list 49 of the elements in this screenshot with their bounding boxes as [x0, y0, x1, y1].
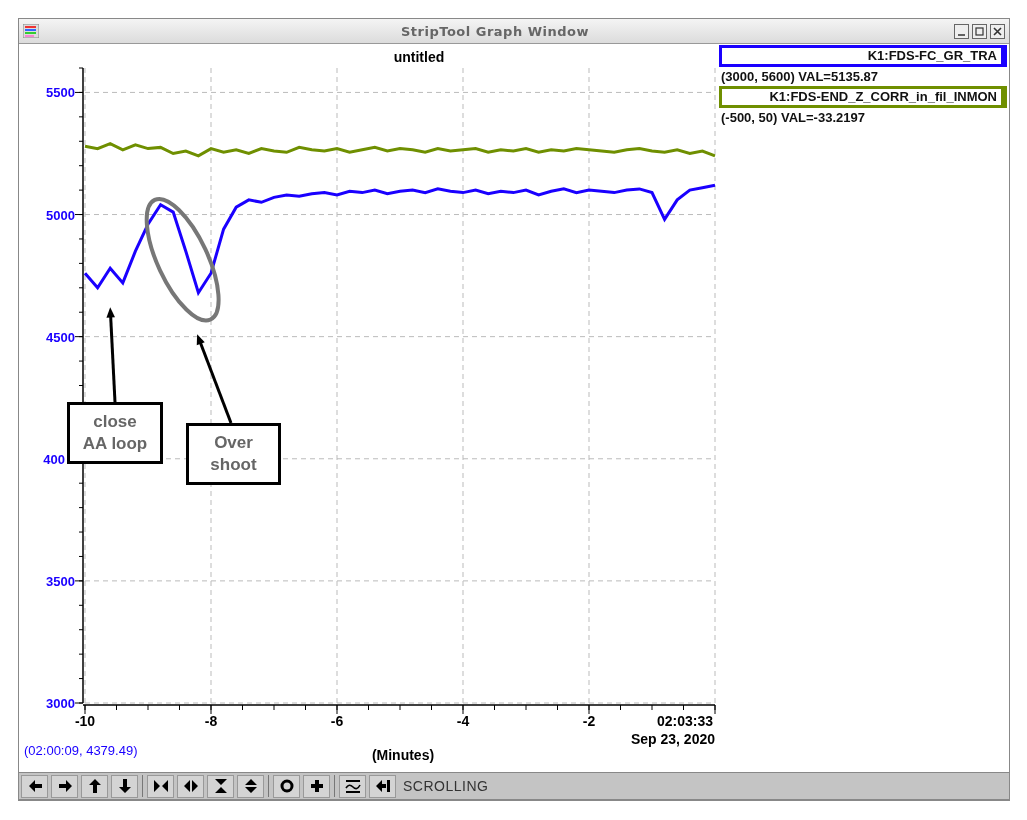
trace-name: K1:FDS-END_Z_CORR_in_fil_INMON: [768, 89, 998, 105]
y-tick-label: 5000: [46, 207, 75, 223]
x-tick-label: -8: [204, 713, 218, 729]
x-axis-title: (Minutes): [371, 747, 435, 763]
arrow-right-icon: [56, 778, 73, 794]
trace-frame[interactable]: K1:FDS-FC_GR_TRA: [719, 45, 1007, 67]
arrow-right-button[interactable]: [51, 774, 78, 798]
plus-button[interactable]: [303, 774, 330, 798]
zoom-out-horizontal-button[interactable]: [177, 774, 204, 798]
annotation-label: Over shoot: [186, 423, 281, 485]
arrow-up-button[interactable]: [81, 774, 108, 798]
y-tick-label: 3000: [46, 696, 75, 711]
zoom-out-vertical-button[interactable]: [237, 774, 264, 798]
zoom-out-horizontal-icon: [182, 778, 199, 794]
graph-icon: [344, 778, 361, 794]
zoom-in-horizontal-button[interactable]: [147, 774, 174, 798]
trace-value: (3000, 5600) VAL=5135.87: [720, 68, 879, 86]
cursor-readout: (02:00:09, 4379.49): [24, 743, 138, 758]
plus-icon: [308, 778, 325, 794]
y-tick-label: 4500: [46, 329, 75, 345]
circle-icon: [278, 778, 295, 794]
y-tick-label: 5500: [46, 85, 75, 101]
close-icon[interactable]: [990, 23, 1005, 39]
app-icon: [23, 24, 39, 38]
arrow-left-button[interactable]: [21, 774, 48, 798]
date-label: Sep 23, 2020: [630, 731, 715, 747]
trace-value: (-500, 50) VAL=-33.2197: [720, 109, 866, 127]
x-tick-label: -10: [74, 713, 96, 729]
window-title: StripTool Graph Window: [400, 23, 590, 39]
arrow-down-button[interactable]: [111, 774, 138, 798]
minimize-icon[interactable]: [954, 23, 969, 39]
arrow-to-bar-icon: [374, 778, 391, 794]
chart-title: untitled: [393, 49, 445, 65]
maximize-icon[interactable]: [972, 23, 987, 39]
trace-name: K1:FDS-FC_GR_TRA: [866, 48, 998, 64]
trace-frame[interactable]: K1:FDS-END_Z_CORR_in_fil_INMON: [719, 86, 1007, 108]
x-tick-label: -6: [330, 713, 344, 729]
x-tick-label: -2: [582, 713, 596, 729]
circle-button[interactable]: [273, 774, 300, 798]
end-time-label: 02:03:33: [656, 713, 713, 729]
zoom-in-horizontal-icon: [152, 778, 169, 794]
y-tick-label: 400: [43, 451, 65, 467]
arrow-to-bar-button[interactable]: [369, 774, 396, 798]
y-tick-label: 3500: [46, 573, 75, 589]
mode-label: SCROLLING: [403, 778, 489, 794]
graph-button[interactable]: [339, 774, 366, 798]
annotation-label: close AA loop: [67, 402, 163, 464]
zoom-in-vertical-button[interactable]: [207, 774, 234, 798]
x-tick-label: -4: [456, 713, 470, 729]
